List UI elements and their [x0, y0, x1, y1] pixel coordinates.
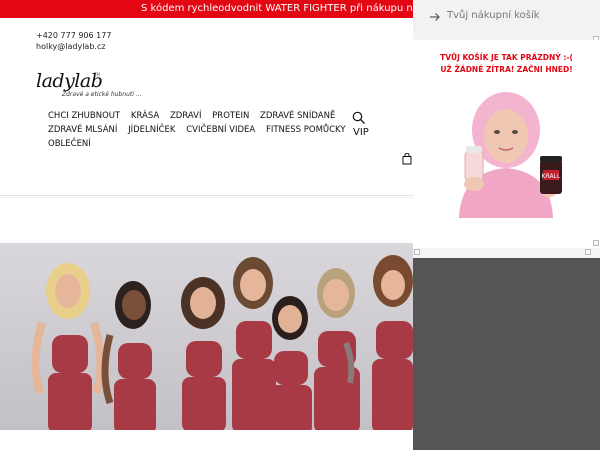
shopping-bag-icon[interactable]: [402, 150, 412, 165]
main-navigation: CHCI ZHUBNOUT KRÁSA ZDRAVÍ PROTEIN ZDRAV…: [48, 109, 348, 151]
search-icon[interactable]: [352, 110, 366, 124]
logo-wordmark: ladylab: [36, 70, 103, 92]
page-root: S kódem rychleodvodnit WATER FIGHTER při…: [0, 0, 600, 450]
nav-item-jidelnicek[interactable]: JÍDELNÍČEK: [128, 123, 175, 137]
model-figure: [181, 277, 226, 430]
email-address[interactable]: holky@ladylab.cz: [36, 41, 111, 52]
phone-number[interactable]: +420 777 906 177: [36, 30, 111, 41]
nav-item-zdrave-mlsani[interactable]: ZDRAVÉ MLSÁNÍ: [48, 123, 117, 137]
hero-group-photo: [0, 243, 413, 430]
cart-title: Tvůj nákupní košík: [447, 10, 540, 21]
logo-tagline: Zdravé a etické hubnutí ...: [62, 91, 142, 98]
logo-trademark: TM: [94, 72, 100, 77]
hero-banner-image[interactable]: [0, 243, 413, 430]
vip-link[interactable]: VIP: [353, 127, 369, 138]
cart-header: Tvůj nákupní košík: [413, 0, 600, 34]
nav-row-2: ZDRAVÉ MLSÁNÍ JÍDELNÍČEK CVIČEBNÍ VIDEA …: [48, 123, 348, 137]
nav-row-1: CHCI ZHUBNOUT KRÁSA ZDRAVÍ PROTEIN ZDRAV…: [48, 109, 348, 123]
cart-empty-line-2: UŽ ŽÁDNÉ ZÍTRA! ZAČNI HNED!: [440, 65, 573, 74]
scroll-arrow-icon[interactable]: [593, 240, 599, 246]
empty-cart-illustration: KRALL: [439, 90, 573, 218]
contact-info: +420 777 906 177 holky@ladylab.cz: [36, 30, 111, 52]
nav-item-fitness-pomucky[interactable]: FITNESS POMŮCKY: [266, 123, 346, 137]
nav-item-krasa[interactable]: KRÁSA: [131, 109, 159, 123]
header-divider: [0, 195, 413, 196]
model-figure: [314, 268, 360, 430]
model-figure: [270, 296, 312, 430]
promo-text: S kódem rychleodvodnit WATER FIGHTER při…: [141, 3, 413, 14]
cart-panel: Tvůj nákupní košík TVŮJ KOŠÍK JE TAK PRÁ…: [413, 0, 600, 450]
cart-overlay-area: [413, 258, 600, 450]
product-label: KRALL: [542, 173, 561, 180]
nav-item-zdravi[interactable]: ZDRAVÍ: [170, 109, 202, 123]
scroll-arrow-icon[interactable]: [414, 249, 420, 255]
site-logo[interactable]: ladylab TM Zdravé a etické hubnutí ...: [36, 70, 146, 104]
nav-item-obleceni[interactable]: OBLEČENÍ: [48, 137, 91, 151]
main-page: +420 777 906 177 holky@ladylab.cz ladyla…: [0, 18, 413, 450]
header-divider-shadow: [0, 197, 413, 198]
nav-item-protein[interactable]: PROTEIN: [212, 109, 249, 123]
cart-empty-state: TVŮJ KOŠÍK JE TAK PRÁZDNÝ :-( UŽ ŽÁDNÉ Z…: [413, 40, 600, 248]
model-figure: [372, 255, 413, 430]
nav-item-cvicebni-videa[interactable]: CVIČEBNÍ VIDEA: [186, 123, 255, 137]
nav-row-3: OBLEČENÍ: [48, 137, 348, 151]
nav-item-chci-zhubnout[interactable]: CHCI ZHUBNOUT: [48, 109, 120, 123]
nav-item-zdrave-snidane[interactable]: ZDRAVÉ SNÍDANĚ: [260, 109, 335, 123]
scroll-arrow-icon[interactable]: [585, 249, 591, 255]
promo-bar[interactable]: S kódem rychleodvodnit WATER FIGHTER při…: [0, 0, 413, 18]
arrow-right-icon[interactable]: [429, 8, 441, 21]
cart-empty-message: TVŮJ KOŠÍK JE TAK PRÁZDNÝ :-( UŽ ŽÁDNÉ Z…: [413, 52, 600, 76]
cart-empty-line-1: TVŮJ KOŠÍK JE TAK PRÁZDNÝ :-(: [440, 53, 573, 62]
model-figure: [232, 257, 276, 430]
